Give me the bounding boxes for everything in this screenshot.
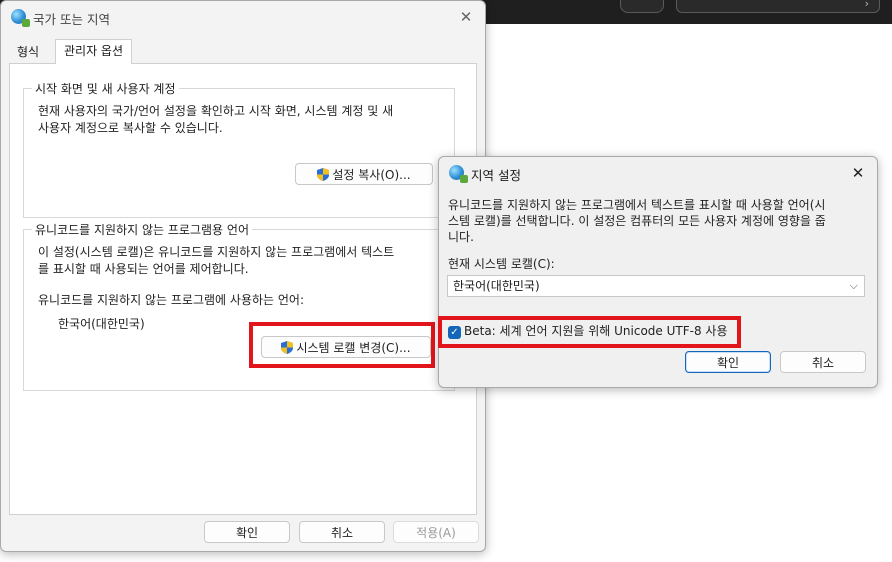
region-dialog: 국가 또는 지역 ✕ 형식 관리자 옵션 시작 화면 및 새 사용자 계정 현재… (0, 0, 486, 552)
locale-label: 현재 시스템 로캘(C): (448, 257, 555, 271)
locale-ok-button[interactable]: 확인 (685, 351, 771, 373)
welcome-screen-group: 시작 화면 및 새 사용자 계정 현재 사용자의 국가/언어 설정을 확인하고 … (23, 80, 455, 218)
copy-settings-button[interactable]: 설정 복사(O)... (295, 163, 433, 185)
utf8-checkbox[interactable]: ✓ (448, 326, 461, 339)
title-bar: 지역 설정 ✕ (439, 157, 877, 189)
locale-description: 유니코드를 지원하지 않는 프로그램에서 텍스트를 표시할 때 사용할 언어(시… (448, 198, 826, 244)
close-icon[interactable]: ✕ (847, 163, 869, 183)
system-locale-dropdown[interactable]: 한국어(대한민국) ⌵ (447, 275, 865, 297)
tab-format[interactable]: 형식 (9, 41, 47, 63)
shield-icon (317, 167, 330, 181)
dropdown-value: 한국어(대한민국) (453, 279, 540, 293)
checkmark-icon: ✓ (450, 327, 459, 338)
change-system-locale-button[interactable]: 시스템 로캘 변경(C)... (261, 336, 431, 358)
close-icon[interactable]: ✕ (455, 7, 477, 27)
dialog-title: 지역 설정 (471, 168, 521, 183)
locale-settings-dialog: 지역 설정 ✕ 유니코드를 지원하지 않는 프로그램에서 텍스트를 표시할 때 … (438, 156, 878, 388)
current-language-value: 한국어(대한민국) (58, 317, 145, 331)
group-title: 유니코드를 지원하지 않는 프로그램용 언어 (32, 221, 252, 238)
current-language-label: 유니코드를 지원하지 않는 프로그램에 사용하는 언어: (38, 293, 304, 307)
utf8-checkbox-label[interactable]: Beta: 세계 언어 지원을 위해 Unicode UTF-8 사용 (464, 323, 728, 340)
chevron-down-icon: ⌵ (849, 279, 858, 292)
locale-cancel-button[interactable]: 취소 (780, 351, 866, 373)
group-description: 이 설정(시스템 로캘)은 유니코드를 지원하지 않는 프로그램에서 텍스트 를… (38, 245, 395, 276)
dialog-title: 국가 또는 지역 (33, 12, 110, 27)
title-bar: 국가 또는 지역 ✕ (1, 1, 485, 33)
tab-panel: 시작 화면 및 새 사용자 계정 현재 사용자의 국가/언어 설정을 확인하고 … (9, 63, 477, 515)
apply-button[interactable]: 적용(A) (393, 521, 479, 543)
tab-admin-options[interactable]: 관리자 옵션 (55, 39, 133, 64)
ok-button[interactable]: 확인 (204, 521, 290, 543)
non-unicode-language-group: 유니코드를 지원하지 않는 프로그램용 언어 이 설정(시스템 로캘)은 유니코… (23, 221, 455, 391)
shield-icon (281, 340, 294, 354)
globe-icon (11, 9, 30, 27)
group-description: 현재 사용자의 국가/언어 설정을 확인하고 시작 화면, 시스템 계정 및 새… (38, 104, 394, 135)
chevron-right-icon: › (864, 0, 869, 10)
background-search-box[interactable]: › (676, 0, 880, 13)
cancel-button[interactable]: 취소 (299, 521, 385, 543)
globe-icon (449, 165, 468, 183)
group-title: 시작 화면 및 새 사용자 계정 (32, 80, 179, 97)
background-button[interactable] (620, 0, 664, 13)
